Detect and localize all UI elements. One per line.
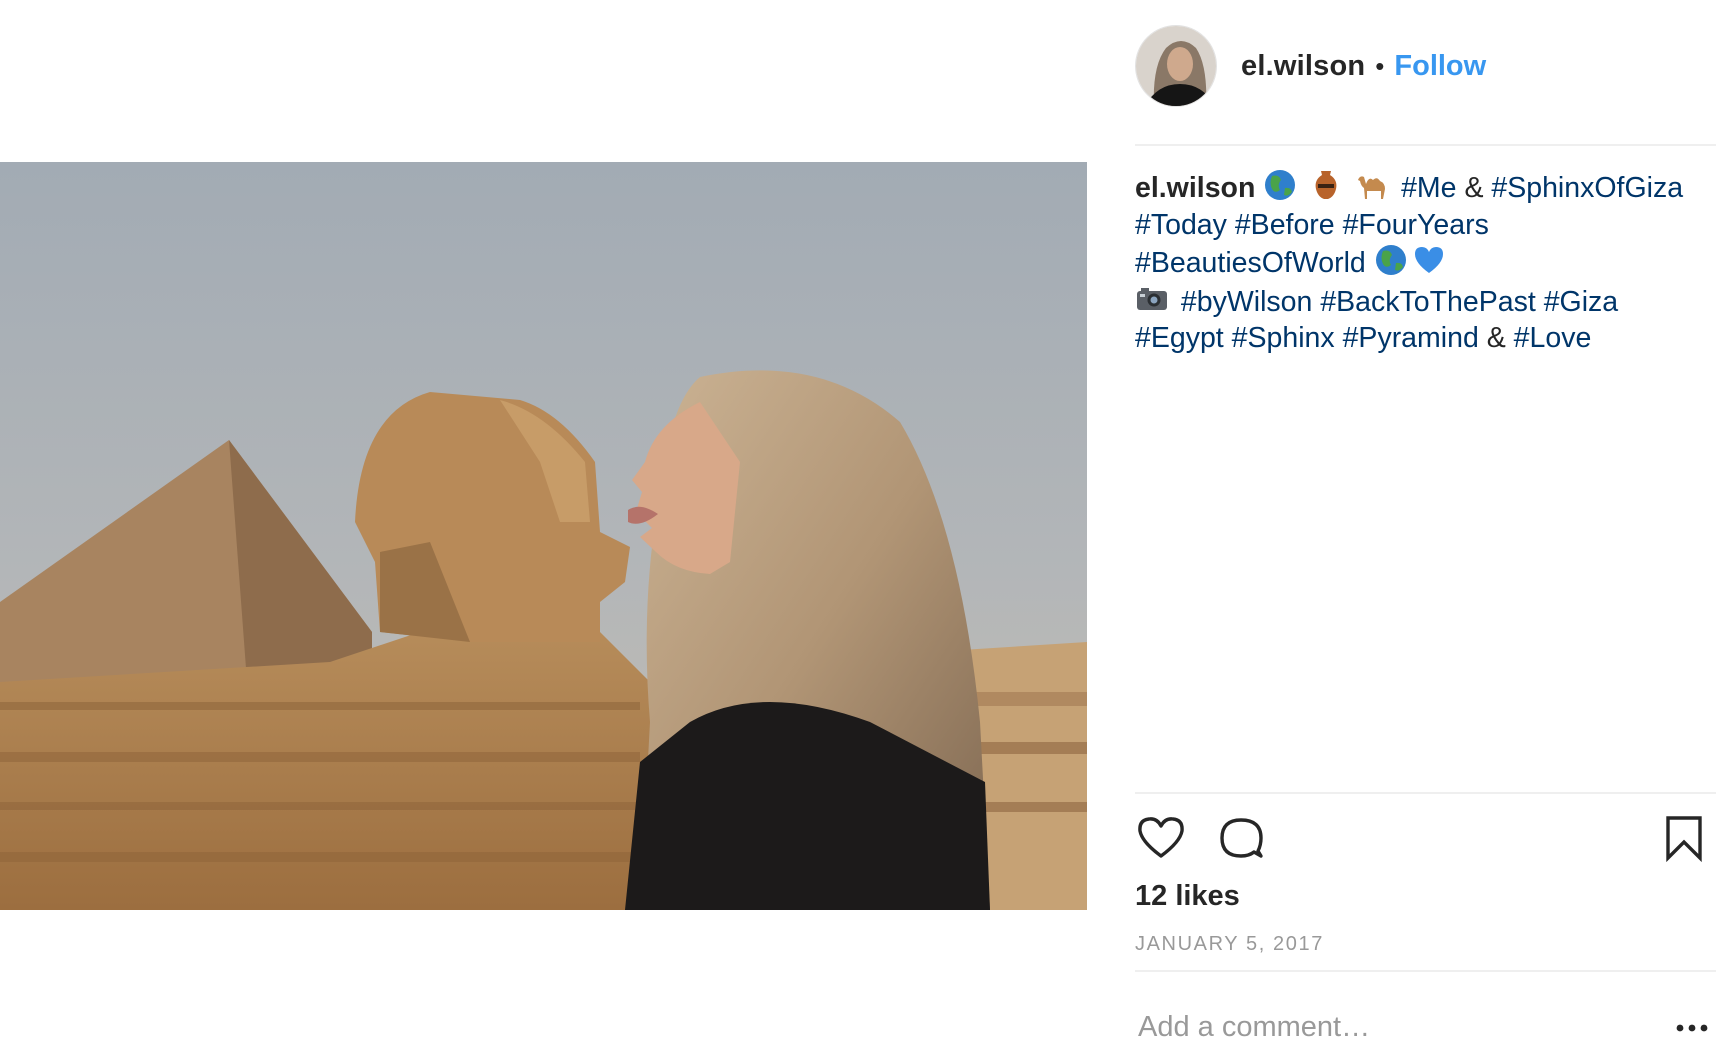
- heart-icon: [1138, 817, 1184, 858]
- blue-heart-emoji-icon: [1412, 243, 1446, 277]
- globe-emoji-icon: [1374, 243, 1408, 277]
- hashtag-link[interactable]: #byWilson: [1181, 286, 1312, 318]
- hashtag-link[interactable]: #Love: [1514, 322, 1592, 354]
- more-options-icon: [1676, 1024, 1708, 1032]
- hashtag-link[interactable]: #Giza: [1544, 286, 1618, 318]
- post-header: el.wilson • Follow: [1135, 24, 1486, 108]
- header-divider: [1135, 144, 1716, 146]
- avatar-image: [1136, 26, 1216, 106]
- like-button[interactable]: [1135, 812, 1187, 864]
- hashtag-link[interactable]: #FourYears: [1343, 209, 1489, 241]
- header-username[interactable]: el.wilson: [1241, 50, 1365, 83]
- camel-emoji-icon: [1355, 168, 1389, 202]
- globe-emoji-icon: [1263, 168, 1297, 202]
- save-button[interactable]: [1658, 812, 1710, 864]
- caption-line-2: #Today #Before #FourYears: [1135, 207, 1705, 244]
- hashtag-link[interactable]: #Sphinx: [1232, 322, 1335, 354]
- caption-line-3: #BeautiesOfWorld: [1135, 243, 1705, 282]
- more-options-button[interactable]: [1672, 1016, 1712, 1040]
- comment-input[interactable]: [1138, 1005, 1638, 1049]
- caption-line-1: el.wilson #Me & #SphinxOfGiza: [1135, 168, 1705, 207]
- hashtag-link[interactable]: #SphinxOfGiza: [1491, 172, 1683, 204]
- hashtag-link[interactable]: #Today: [1135, 209, 1227, 241]
- actions-divider: [1135, 792, 1716, 794]
- caption-line-4: #byWilson #BackToThePast #Giza: [1135, 282, 1705, 321]
- comment-button[interactable]: [1215, 812, 1267, 864]
- hashtag-link[interactable]: #BackToThePast: [1320, 286, 1535, 318]
- caption-line-5: #Egypt #Sphinx #Pyramind & #Love: [1135, 320, 1705, 357]
- post-date: JANUARY 5, 2017: [1135, 933, 1324, 955]
- comment-divider: [1135, 970, 1716, 972]
- avatar[interactable]: [1135, 25, 1217, 107]
- post-caption: el.wilson #Me & #SphinxOfGiza #Today #Be…: [1135, 168, 1705, 357]
- comment-icon: [1220, 818, 1263, 858]
- caption-text: &: [1464, 172, 1484, 204]
- hashtag-link[interactable]: #BeautiesOfWorld: [1135, 247, 1366, 279]
- caption-text: &: [1486, 322, 1506, 354]
- amphora-emoji-icon: [1309, 168, 1343, 202]
- photo-image: [0, 162, 1087, 910]
- bookmark-icon: [1666, 816, 1702, 863]
- action-bar: [1135, 812, 1710, 868]
- hashtag-link[interactable]: #Me: [1401, 172, 1456, 204]
- header-separator: •: [1375, 50, 1385, 81]
- hashtag-link[interactable]: #Egypt: [1135, 322, 1224, 354]
- caption-username[interactable]: el.wilson: [1135, 172, 1255, 204]
- hashtag-link[interactable]: #Before: [1235, 209, 1335, 241]
- camera-emoji-icon: [1135, 282, 1169, 316]
- hashtag-link[interactable]: #Pyramind: [1343, 322, 1479, 354]
- post-photo[interactable]: [0, 162, 1087, 910]
- follow-button[interactable]: Follow: [1394, 50, 1486, 83]
- post-view: el.wilson • Follow el.wilson #Me & #Sphi…: [0, 0, 1716, 1052]
- likes-count[interactable]: 12 likes: [1135, 880, 1240, 913]
